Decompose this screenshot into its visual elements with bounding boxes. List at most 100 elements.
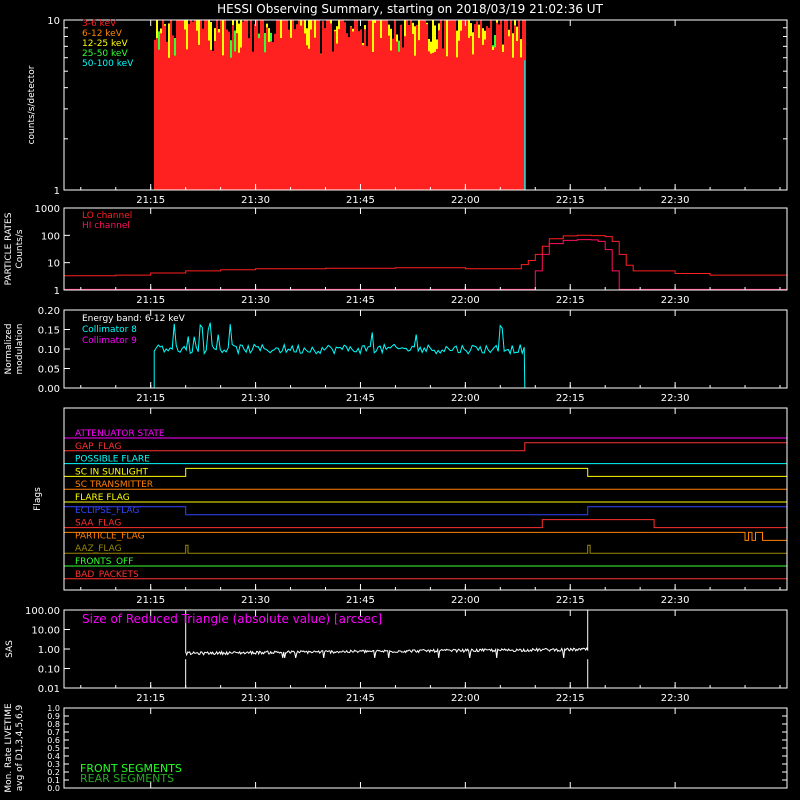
count-bar: [156, 37, 158, 190]
particle-ytick-label: 1: [54, 286, 60, 297]
count-bar: [512, 57, 514, 190]
count-bar: [334, 31, 336, 190]
count-bar: [394, 20, 396, 190]
count-bar: [200, 20, 202, 190]
count-bar: [346, 33, 348, 190]
flags-panel-xtick-label: 22:15: [556, 595, 585, 606]
count-bar: [226, 29, 228, 191]
count-bar: [224, 20, 226, 190]
count-bar: [462, 20, 464, 190]
count-bar: [422, 20, 424, 190]
count-bar: [516, 41, 518, 190]
count-bar: [258, 38, 260, 190]
count-bar: [492, 49, 494, 191]
particle-panel-xtick-label: 22:15: [556, 295, 585, 306]
count-bar: [222, 55, 224, 190]
count-bar: [342, 20, 344, 190]
count-bar: [242, 21, 244, 191]
count-bar: [262, 20, 264, 190]
count-bar: [314, 37, 316, 190]
count-rate-panel-xtick-label: 21:15: [136, 195, 165, 206]
series-3-6-keV: [154, 20, 526, 191]
count-bar: [474, 24, 476, 190]
flag-label: AAZ_FLAG: [75, 544, 122, 554]
count-bar: [450, 20, 452, 190]
particle-panel-xtick-label: 21:15: [136, 295, 165, 306]
figure-title: HESSI Observing Summary, starting on 201…: [217, 2, 603, 16]
count-bar: [272, 42, 274, 190]
count-bar: [204, 20, 206, 190]
count-bar: [244, 20, 246, 190]
count-bar: [432, 52, 434, 191]
count-bar: [332, 51, 334, 191]
count-bar: [260, 20, 262, 190]
count-rate-panel-xtick-label: 21:30: [241, 195, 270, 206]
count-bar: [234, 51, 236, 191]
count-bar: [508, 36, 510, 190]
count-bar: [472, 54, 474, 191]
particle-panel-xtick-label: 21:30: [241, 295, 270, 306]
count-bar: [518, 20, 520, 190]
modulation-legend-entry: Collimator 9: [82, 336, 137, 346]
count-bar: [392, 38, 394, 190]
modulation-panel-xtick-label: 22:15: [556, 393, 585, 404]
count-bar: [280, 38, 282, 191]
count-bar: [404, 36, 406, 190]
count-bar: [360, 29, 362, 191]
count-bar: [166, 41, 168, 190]
count-bar: [160, 33, 162, 191]
count-legend-entry: 3-6 keV: [82, 19, 117, 29]
particle-panel-xtick-label: 22:30: [661, 295, 690, 306]
count-bar: [294, 29, 296, 190]
count-bar: [416, 24, 418, 191]
count-bar: [206, 20, 208, 190]
count-bar: [446, 56, 448, 191]
count-bar: [304, 33, 306, 191]
count-bar: [478, 37, 480, 190]
sas-panel-xtick-label: 21:45: [346, 693, 375, 704]
count-bar: [192, 21, 194, 191]
count-bar: [358, 31, 360, 190]
count-bar: [170, 20, 172, 190]
count-rate-panel-xtick-label: 21:45: [346, 195, 375, 206]
count-bar: [288, 29, 290, 190]
count-bar: [178, 20, 180, 190]
count-bar: [364, 29, 366, 191]
count-ytick-label: 10: [47, 16, 60, 27]
count-legend-entry: 12-25 keV: [82, 39, 128, 49]
livetime-ytick-label: 0.7: [47, 728, 60, 737]
count-bar: [494, 47, 496, 190]
count-bar: [506, 20, 508, 190]
modulation-panel-xtick-label: 22:30: [661, 393, 690, 404]
count-bar: [158, 49, 160, 191]
count-bar: [448, 20, 450, 190]
count-bar: [182, 20, 184, 190]
count-bar: [430, 53, 432, 190]
count-bar: [352, 31, 354, 191]
count-bar: [248, 38, 250, 190]
flag-label: ATTENUATOR STATE: [75, 429, 165, 439]
count-bar: [298, 20, 300, 190]
count-bar: [186, 49, 188, 191]
count-rate-panel: [154, 20, 526, 191]
flag-label: SC TRANSMITTER: [75, 480, 153, 490]
count-bar: [376, 20, 378, 190]
count-bar: [390, 50, 392, 190]
modulation-annotation: Energy band: 6-12 keV: [82, 314, 186, 324]
count-bar: [310, 29, 312, 191]
count-bar: [292, 20, 294, 190]
particle-panel-xtick-label: 21:45: [346, 295, 375, 306]
flag-label: FLARE FLAG: [75, 493, 130, 503]
modulation-ytick-label: 0.20: [38, 306, 60, 317]
count-bar: [278, 20, 280, 190]
livetime-ytick-label: 0.4: [47, 752, 60, 761]
count-bar: [440, 20, 442, 190]
modulation-ytick-label: 0.05: [38, 365, 60, 376]
count-bar: [414, 55, 416, 191]
count-bar: [318, 20, 320, 190]
count-bar: [220, 20, 222, 190]
count-bar: [502, 52, 504, 191]
particle-panel-ylabel: Counts/s: [15, 229, 25, 268]
count-bar: [424, 20, 426, 190]
count-bar: [348, 37, 350, 190]
